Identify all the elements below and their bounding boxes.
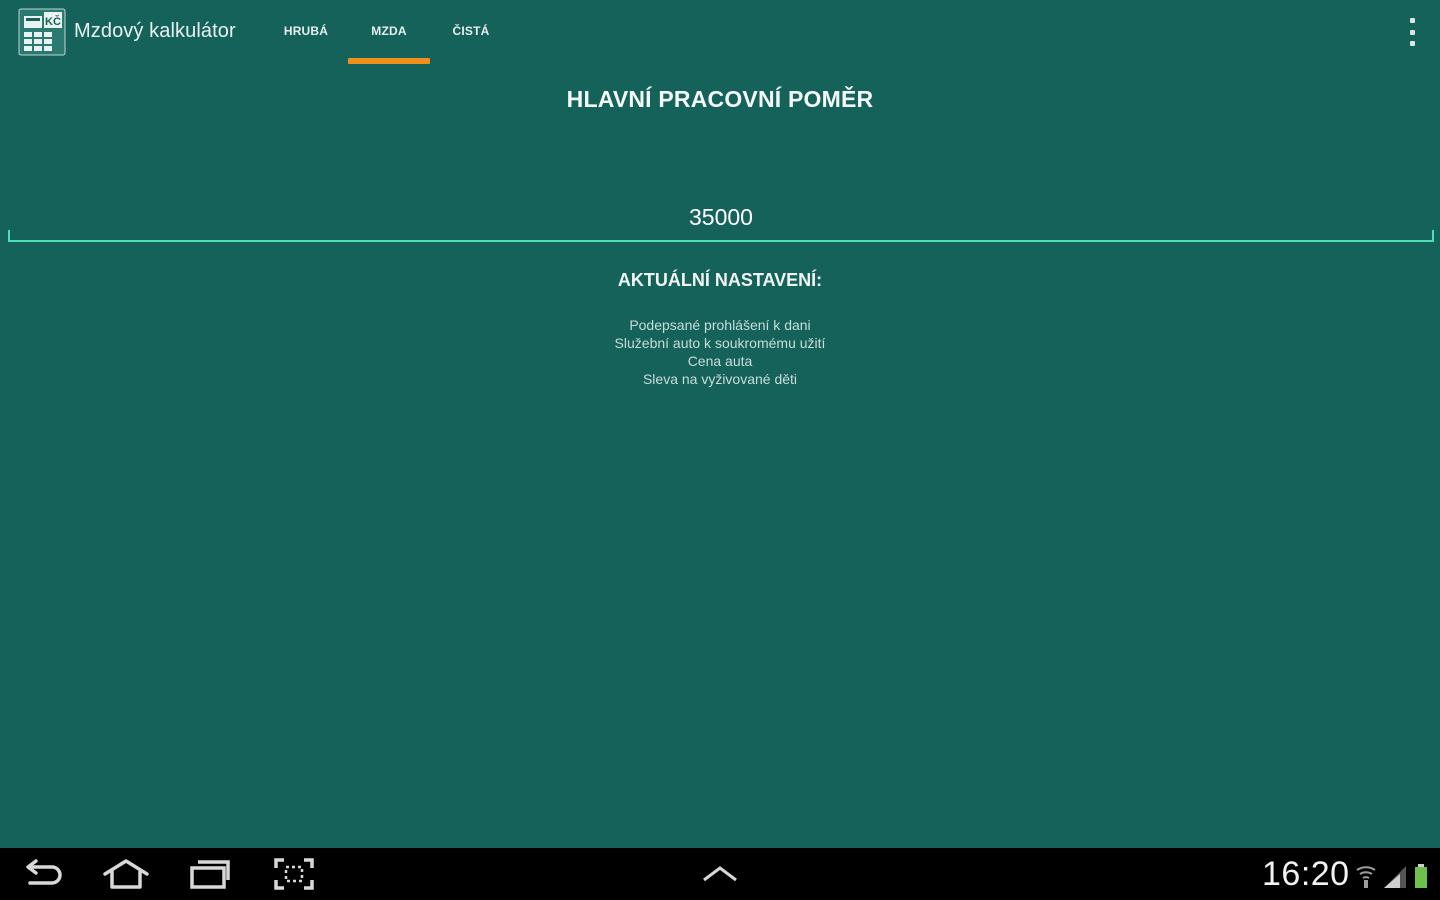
- wifi-icon: [1356, 866, 1376, 888]
- page-title: HLAVNÍ PRACOVNÍ POMĚR: [566, 86, 874, 112]
- recent-apps-icon[interactable]: [182, 856, 238, 892]
- tab-label: MZDA: [371, 24, 407, 38]
- battery-icon: [1415, 864, 1427, 888]
- app-title: Mzdový kalkulátor: [74, 20, 236, 42]
- chevron-up-icon[interactable]: [692, 856, 748, 892]
- signal-icon: [1384, 866, 1406, 888]
- tab-label: HRUBÁ: [283, 24, 329, 38]
- status-clock: 16:20: [1262, 855, 1350, 893]
- settings-list: Podepsané prohlášení k dani Služební aut…: [0, 316, 1440, 388]
- home-icon[interactable]: [98, 856, 154, 892]
- status-icons: [1354, 860, 1434, 890]
- list-item: Služební auto k soukromému užití: [614, 335, 826, 351]
- list-item: Sleva na vyživované děti: [642, 371, 798, 387]
- screenshot-icon[interactable]: [266, 856, 322, 892]
- list-item: Podepsané prohlášení k dani: [629, 317, 811, 333]
- back-icon[interactable]: [16, 856, 72, 892]
- action-bar: KČ Mzdový kalkulátor HRUBÁ MZDA ČISTÁ: [0, 0, 1440, 64]
- tab-mzda[interactable]: MZDA: [348, 0, 430, 64]
- svg-text:KČ: KČ: [45, 15, 61, 28]
- tab-bar: HRUBÁ MZDA ČISTÁ: [264, 0, 512, 64]
- amount-input[interactable]: [8, 198, 1434, 242]
- selected-tab-indicator: [348, 58, 430, 64]
- input-edge-left: [8, 230, 10, 240]
- tab-hruba[interactable]: HRUBÁ: [264, 0, 348, 64]
- system-nav-bar: [0, 848, 1440, 900]
- tab-label: ČISTÁ: [452, 24, 490, 38]
- tab-cista[interactable]: ČISTÁ: [430, 0, 512, 64]
- list-item: Cena auta: [687, 353, 753, 369]
- settings-title: AKTUÁLNÍ NASTAVENÍ:: [617, 270, 823, 290]
- app-window: KČ Mzdový kalkulátor HRUBÁ MZDA ČISTÁ HL…: [0, 0, 1440, 848]
- overflow-menu-icon[interactable]: [1406, 18, 1418, 46]
- calculator-icon[interactable]: KČ: [18, 8, 66, 56]
- input-edge-right: [1432, 230, 1434, 240]
